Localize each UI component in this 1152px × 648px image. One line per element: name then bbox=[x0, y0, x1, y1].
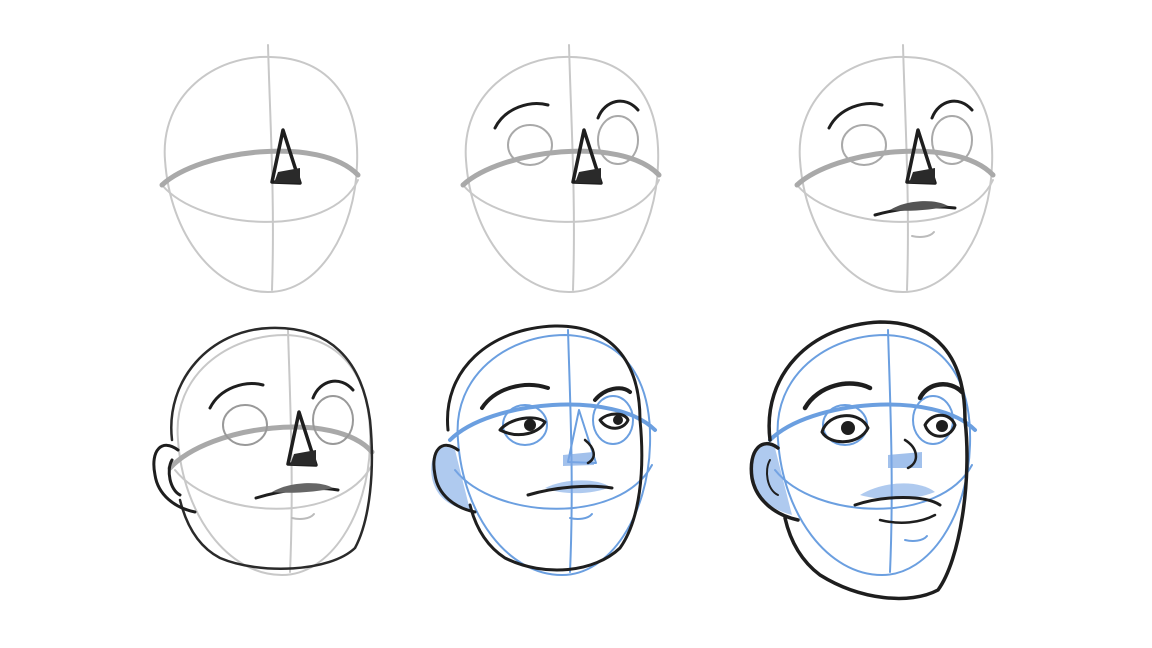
head-guide bbox=[174, 329, 373, 576]
eyes bbox=[498, 412, 630, 436]
head-outline bbox=[446, 324, 644, 572]
blue-guides bbox=[768, 329, 977, 576]
mouth bbox=[526, 480, 614, 520]
mouth bbox=[853, 483, 942, 542]
blue-guides bbox=[448, 329, 657, 576]
eye-sockets bbox=[222, 395, 354, 446]
step-5-features bbox=[431, 324, 657, 576]
mouth bbox=[873, 201, 957, 238]
nose bbox=[270, 128, 302, 185]
nose bbox=[563, 438, 595, 466]
step-2-eye-sockets bbox=[460, 44, 662, 293]
brow-line bbox=[460, 148, 662, 188]
ear bbox=[749, 441, 800, 522]
head-drawing-tutorial bbox=[152, 44, 996, 601]
brow-line bbox=[167, 424, 375, 471]
step-4-ear-and-head bbox=[152, 326, 375, 576]
brows bbox=[827, 99, 974, 130]
nose bbox=[888, 438, 922, 470]
brow-line bbox=[794, 148, 996, 188]
step-3-mouth bbox=[794, 44, 996, 293]
brow-line bbox=[159, 148, 361, 188]
nose bbox=[905, 128, 937, 185]
brows bbox=[493, 99, 640, 130]
brows bbox=[208, 379, 355, 410]
step-1-nose bbox=[159, 44, 361, 293]
head-outline bbox=[767, 320, 969, 601]
ear bbox=[431, 443, 477, 514]
nose bbox=[571, 128, 603, 185]
eyes bbox=[820, 413, 957, 444]
step-6-final bbox=[749, 320, 977, 601]
